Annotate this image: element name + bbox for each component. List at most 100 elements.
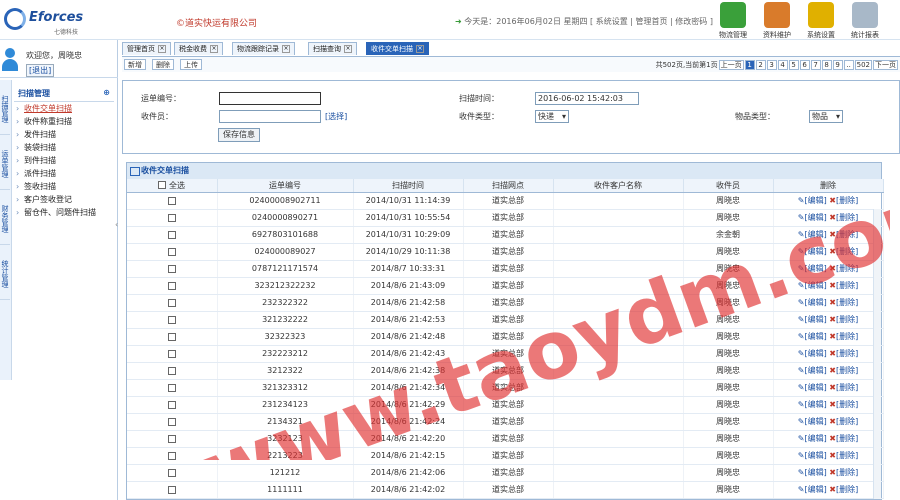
page-button[interactable]: 2 [755,60,766,70]
edit-link[interactable]: [编辑] [804,400,826,409]
close-icon[interactable]: × [210,45,218,53]
toolbar-button-2[interactable]: 上传 [180,59,202,70]
row-checkbox[interactable] [167,434,176,443]
scan-time-input[interactable]: 2016-06-02 15:42:03 [535,92,639,105]
row-checkbox[interactable] [167,332,176,341]
close-icon[interactable]: × [344,45,352,53]
delete-icon[interactable]: ✖ [827,230,836,239]
save-button[interactable]: 保存信息 [218,128,260,142]
row-checkbox[interactable] [167,247,176,256]
edit-link[interactable]: [编辑] [804,196,826,205]
close-icon[interactable]: × [158,45,166,53]
tool-button-2[interactable]: 系统设置 [800,2,842,40]
delete-link[interactable]: [删除] [836,366,858,375]
page-button[interactable]: 5 [788,60,799,70]
edit-link[interactable]: [编辑] [804,264,826,273]
delete-link[interactable]: [删除] [836,264,858,273]
tab-3[interactable]: 扫描查询 × [308,42,357,55]
delete-icon[interactable]: ✖ [827,383,836,392]
tab-2[interactable]: 物流跟踪记录 × [232,42,295,55]
delete-link[interactable]: [删除] [836,383,858,392]
row-checkbox[interactable] [167,417,176,426]
edit-link[interactable]: [编辑] [804,332,826,341]
edit-link[interactable]: [编辑] [804,213,826,222]
page-button[interactable]: 1 [744,60,755,70]
edit-link[interactable]: [编辑] [804,417,826,426]
row-checkbox[interactable] [167,298,176,307]
receiver-input[interactable] [219,110,321,123]
edit-link[interactable]: [编辑] [804,485,826,494]
page-button[interactable]: 3 [766,60,777,70]
delete-link[interactable]: [删除] [836,451,858,460]
edit-link[interactable]: [编辑] [804,281,826,290]
row-checkbox[interactable] [167,230,176,239]
logout-link[interactable]: [退出] [26,64,55,77]
side-tab-3[interactable]: 统计管理 [0,245,10,300]
row-checkbox[interactable] [167,213,176,222]
menu-item[interactable]: 客户签收登记 [14,193,114,206]
row-checkbox[interactable] [167,315,176,324]
delete-link[interactable]: [删除] [836,468,858,477]
edit-link[interactable]: [编辑] [804,315,826,324]
side-tab-0[interactable]: 扫描管理 [0,80,10,135]
collapse-icon[interactable]: ⊕ [103,88,110,97]
menu-item[interactable]: 发件扫描 [14,128,114,141]
delete-link[interactable]: [删除] [836,298,858,307]
sidebar-toggle-icon[interactable]: ‹ [115,220,118,229]
column-header[interactable]: 全选 [127,179,218,193]
select-receiver-link[interactable]: [选择] [325,111,347,122]
row-checkbox[interactable] [167,264,176,273]
delete-icon[interactable]: ✖ [827,315,836,324]
page-button[interactable]: 6 [799,60,810,70]
delete-link[interactable]: [删除] [836,247,858,256]
delete-link[interactable]: [删除] [836,315,858,324]
delete-icon[interactable]: ✖ [827,451,836,460]
goods-select[interactable]: 物品 [809,110,843,123]
row-checkbox[interactable] [167,400,176,409]
delete-link[interactable]: [删除] [836,196,858,205]
tab-1[interactable]: 税金收费 × [174,42,223,55]
edit-link[interactable]: [编辑] [804,383,826,392]
row-checkbox[interactable] [167,196,176,205]
delete-icon[interactable]: ✖ [827,417,836,426]
delete-link[interactable]: [删除] [836,213,858,222]
tab-0[interactable]: 管理首页 × [122,42,171,55]
delete-link[interactable]: [删除] [836,230,858,239]
menu-item[interactable]: 派件扫描 [14,167,114,180]
delete-icon[interactable]: ✖ [827,434,836,443]
edit-link[interactable]: [编辑] [804,451,826,460]
page-button[interactable]: .. [843,60,854,70]
edit-link[interactable]: [编辑] [804,247,826,256]
type-select[interactable]: 快递 [535,110,569,123]
delete-icon[interactable]: ✖ [827,247,836,256]
delete-icon[interactable]: ✖ [827,349,836,358]
menu-item[interactable]: 收件交单扫描 [14,102,114,115]
menu-item[interactable]: 收件称重扫描 [14,115,114,128]
delete-icon[interactable]: ✖ [827,298,836,307]
delete-link[interactable]: [删除] [836,417,858,426]
close-icon[interactable]: × [282,45,290,53]
delete-icon[interactable]: ✖ [827,366,836,375]
delete-link[interactable]: [删除] [836,485,858,494]
prev-page-button[interactable]: 上一页 [718,60,744,70]
next-page-button[interactable]: 下一页 [873,60,898,70]
toolbar-button-1[interactable]: 删除 [152,59,174,70]
menu-item[interactable]: 到件扫描 [14,154,114,167]
tool-button-3[interactable]: 统计报表 [844,2,886,40]
select-all-checkbox[interactable] [158,181,167,190]
tab-4[interactable]: 收件交单扫描 × [366,42,429,55]
delete-icon[interactable]: ✖ [827,213,836,222]
delete-link[interactable]: [删除] [836,281,858,290]
menu-item[interactable]: 留仓件、问题件扫描 [14,206,114,219]
edit-link[interactable]: [编辑] [804,468,826,477]
row-checkbox[interactable] [167,451,176,460]
edit-link[interactable]: [编辑] [804,298,826,307]
delete-link[interactable]: [删除] [836,434,858,443]
page-button[interactable]: 4 [777,60,788,70]
delete-icon[interactable]: ✖ [827,468,836,477]
row-checkbox[interactable] [167,281,176,290]
delete-icon[interactable]: ✖ [827,400,836,409]
row-checkbox[interactable] [167,366,176,375]
delete-icon[interactable]: ✖ [827,332,836,341]
waybill-input[interactable] [219,92,321,105]
